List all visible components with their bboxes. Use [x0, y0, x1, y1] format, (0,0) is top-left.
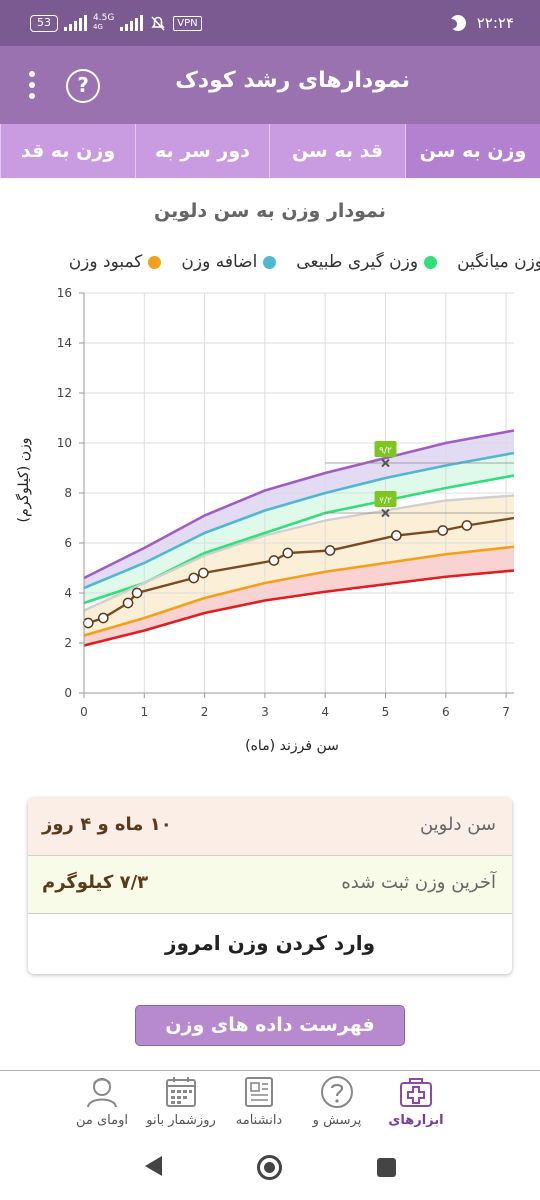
age-value: ۱۰ ماه و ۴ روز	[42, 814, 172, 835]
weight-list-button[interactable]: فهرست داده های وزن دلوین	[135, 1005, 405, 1074]
status-time: ۲۲:۲۴	[476, 14, 514, 32]
home-icon[interactable]	[257, 1155, 282, 1180]
child-weight-point	[391, 530, 402, 541]
child-weight-point	[437, 525, 449, 536]
medkit-icon	[400, 1078, 432, 1107]
last-weight-value: ۷/۳ کیلوگرم	[42, 872, 149, 893]
chart-title: نمودار وزن به سن دلوین	[154, 200, 386, 222]
tab-bar: وزن به سن قد به سن دور سر به سن وزن به ق…	[0, 124, 540, 216]
child-weight-point	[82, 617, 94, 629]
tab-height-for-age[interactable]: قد به سن	[269, 124, 405, 178]
growth-chart[interactable]: ۹/۲۷/۲ 02468101214160 1 2 3 4 5 6 7 سن فرزند (م…	[0, 280, 540, 770]
status-bar: 53 4.5G 4G VPN ۲۲:۲۴	[0, 0, 540, 46]
y-tick-label: 0	[64, 686, 72, 700]
legend-items: کمبود وزن اضافه وزن وزن گیری طبیعی وزن م…	[69, 252, 540, 272]
chart-grid	[83, 292, 514, 694]
vpn-badge: VPN	[173, 15, 202, 31]
child-weight-point	[131, 587, 143, 599]
back-icon[interactable]	[145, 1156, 162, 1176]
x-axis-label: سن فرزند (ماه)	[245, 738, 339, 754]
network-type: 4.5G 4G	[93, 13, 115, 32]
x-tick-label: 5	[382, 705, 390, 719]
x-tick-label: 3	[261, 705, 269, 719]
nav-item-encyclopedia[interactable]: دانشنامه	[217, 1075, 301, 1137]
x-tick-label: 7	[502, 705, 510, 719]
last-weight-label: آخرین وزن ثبت شده	[341, 872, 496, 893]
y-tick-label: 16	[57, 286, 72, 300]
child-weight-point	[461, 520, 473, 531]
app-bar: ? نمودارهای رشد کودک	[0, 46, 540, 124]
legend-dot	[148, 255, 162, 269]
y-tick-label: 6	[64, 536, 72, 550]
tab-head-for-age[interactable]: دور سر به سن	[135, 124, 269, 216]
child-weight-point	[268, 555, 280, 566]
battery-indicator: 53	[30, 14, 58, 32]
nav-item-tools[interactable]: ابزارهای	[374, 1075, 458, 1137]
legend-item-overweight[interactable]: اضافه وزن	[181, 252, 277, 272]
question-icon	[321, 1076, 353, 1108]
recent-apps-icon[interactable]	[377, 1158, 396, 1177]
tab-weight-for-height[interactable]: وزن به قد	[0, 124, 135, 178]
legend-item-underweight[interactable]: کمبود وزن	[69, 252, 162, 272]
signal-icon	[64, 15, 87, 31]
y-tick-label: 2	[64, 636, 72, 650]
nav-item-questions[interactable]: پرسش و	[295, 1075, 379, 1137]
y-tick-label: 10	[57, 436, 72, 450]
info-card: سن دلوین ۱۰ ماه و ۴ روز آخرین وزن ثبت شد…	[28, 798, 512, 974]
encyclopedia-icon	[245, 1077, 273, 1107]
x-tick-label: 2	[201, 705, 209, 719]
marker-label: ۷/۲	[379, 496, 392, 506]
enter-today-weight-button[interactable]: وارد کردن وزن امروز	[28, 914, 512, 974]
age-label: سن دلوین	[419, 814, 496, 835]
x-tick-label: 1	[140, 705, 148, 719]
system-navigation	[0, 1138, 540, 1200]
help-icon[interactable]: ?	[66, 69, 100, 103]
y-tick-label: 14	[57, 336, 72, 350]
more-options-icon[interactable]	[24, 68, 40, 104]
calendar-icon	[166, 1077, 196, 1107]
x-tick-label: 6	[442, 705, 450, 719]
y-tick-label: 12	[57, 386, 72, 400]
age-row: سن دلوین ۱۰ ماه و ۴ روز	[28, 798, 512, 856]
signal-icon-2	[120, 15, 144, 31]
profile-icon	[87, 1078, 117, 1108]
legend-item-average[interactable]: وزن میانگین	[457, 252, 540, 272]
bottom-nav: ابزارهای پرسش و دانشنامه روزشمار بانو او…	[0, 1070, 540, 1138]
x-tick-label: 0	[80, 705, 88, 719]
y-tick-label: 8	[64, 486, 72, 500]
child-weight-point	[97, 612, 109, 624]
child-weight-point	[324, 545, 336, 556]
bell-off-icon	[149, 14, 167, 32]
last-weight-row: آخرین وزن ثبت شده ۷/۳ کیلوگرم	[28, 856, 512, 914]
status-icons: 53 4.5G 4G VPN	[30, 12, 202, 34]
legend-item-normal[interactable]: وزن گیری طبیعی	[296, 252, 438, 272]
tab-weight-for-age[interactable]: وزن به سن	[405, 124, 540, 178]
marker-label: ۹/۲	[379, 446, 392, 456]
legend-dot	[424, 255, 438, 269]
moon-icon	[446, 15, 466, 31]
y-axis-label: وزن (کیلوگرم)	[15, 438, 32, 523]
child-weight-point	[198, 567, 209, 579]
page-title: نمودارهای رشد کودک	[175, 68, 410, 93]
chart-legend: کمبود وزن اضافه وزن وزن گیری طبیعی وزن م…	[0, 252, 540, 280]
x-tick-label: 4	[321, 705, 329, 719]
y-tick-label: 4	[64, 586, 72, 600]
child-weight-point	[282, 547, 294, 559]
nav-item-profile[interactable]: اومای من	[60, 1075, 144, 1137]
child-weight-point	[122, 597, 134, 609]
legend-dot	[263, 255, 277, 269]
nav-item-calendar[interactable]: روزشمار بانو	[139, 1075, 223, 1137]
child-weight-point	[188, 572, 200, 584]
